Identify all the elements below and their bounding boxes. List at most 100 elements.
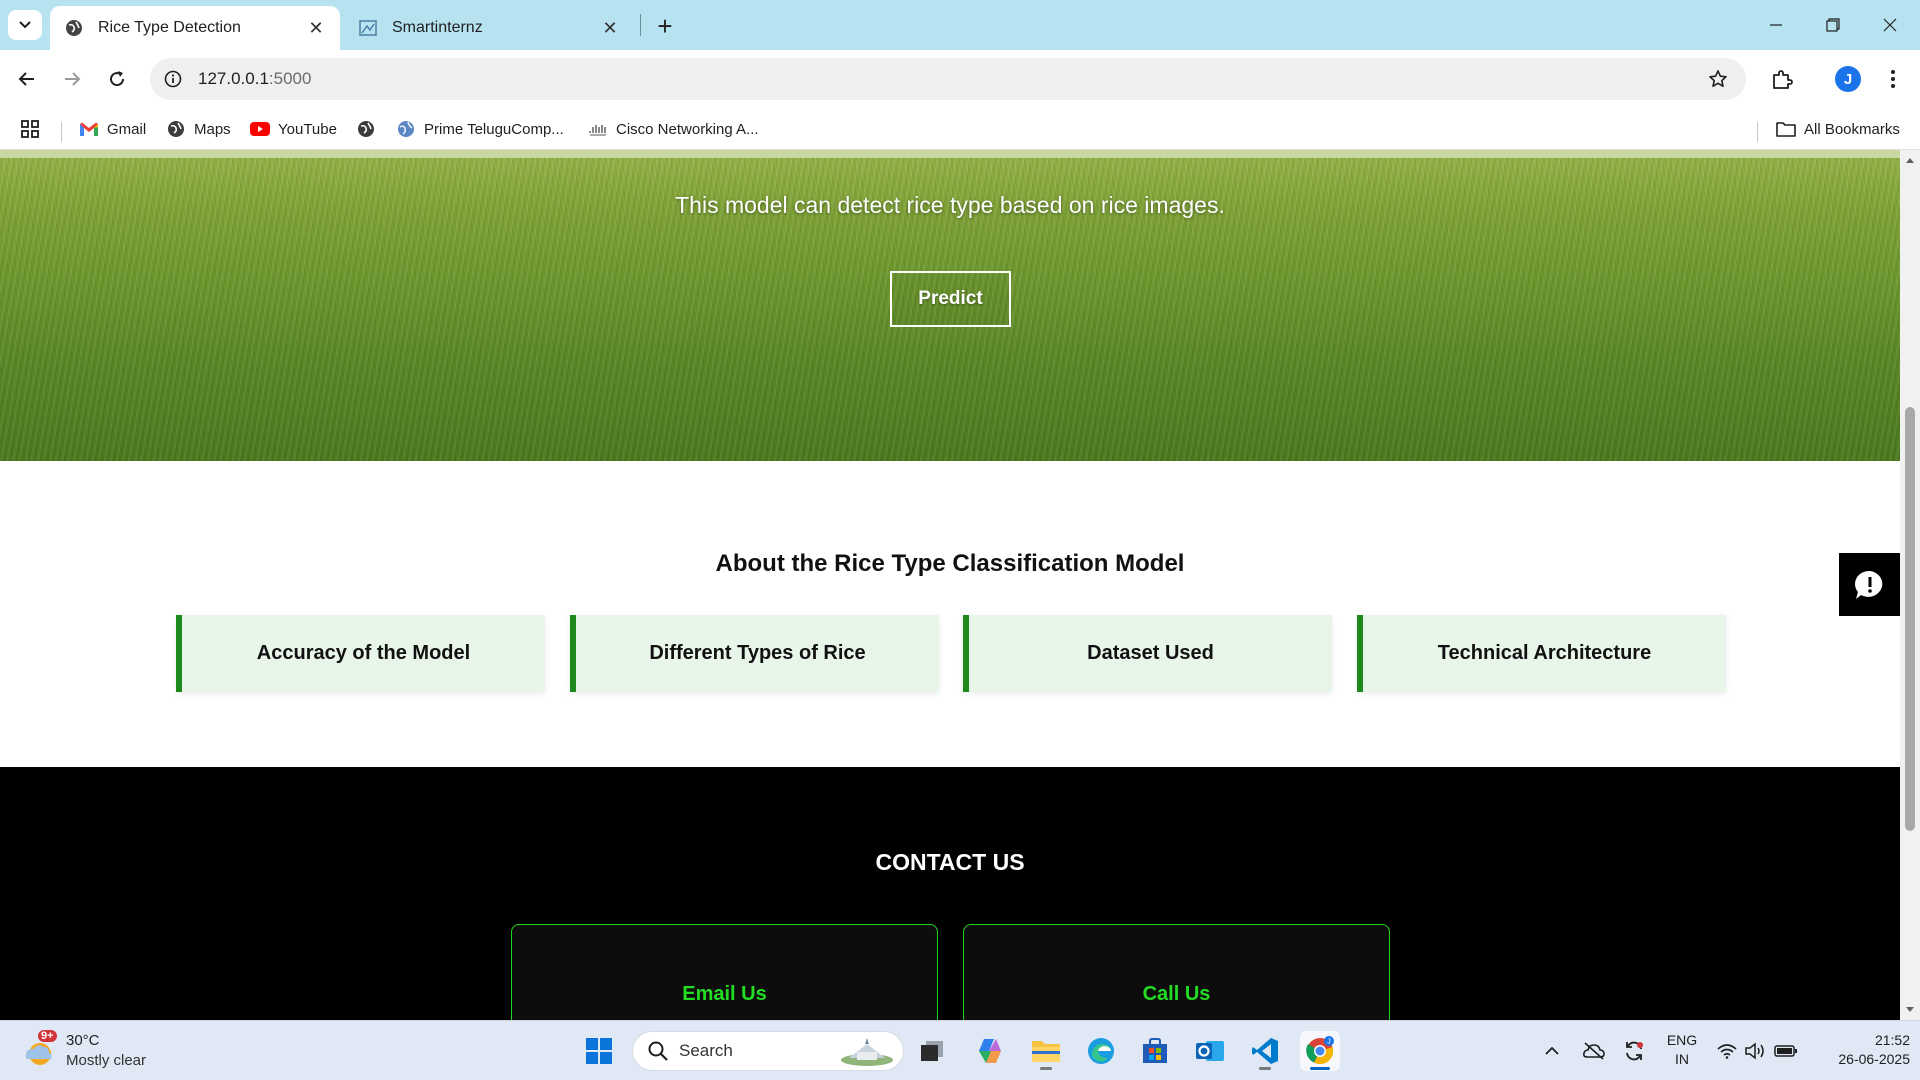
edge-app[interactable] <box>1081 1031 1121 1071</box>
bookmarks-bar: Gmail Maps YouTube Prime TeluguComp... C… <box>0 108 1920 150</box>
smartinternz-icon <box>358 18 378 38</box>
bookmarks-separator <box>1757 122 1758 142</box>
clock[interactable]: 21:52 26-06-2025 <box>1810 1031 1910 1069</box>
scroll-down-icon[interactable] <box>1905 1005 1915 1015</box>
hero-horizon <box>0 150 1900 158</box>
contact-title: CONTACT US <box>875 849 1025 875</box>
reload-button[interactable] <box>100 62 134 96</box>
scroll-up-icon[interactable] <box>1905 155 1915 165</box>
search-icon <box>648 1041 668 1061</box>
bookmark-label: Cisco Networking A... <box>616 120 759 138</box>
start-button[interactable] <box>579 1031 619 1071</box>
weather-temp: 30°C <box>66 1032 100 1049</box>
file-explorer-app[interactable] <box>1026 1031 1066 1071</box>
restore-button[interactable] <box>1813 8 1853 42</box>
sync-tray[interactable] <box>1620 1031 1648 1071</box>
volume-icon <box>1745 1042 1764 1060</box>
tab-separator <box>640 14 641 36</box>
chrome-icon: J <box>1306 1036 1334 1065</box>
tray-overflow-button[interactable] <box>1540 1031 1564 1071</box>
new-tab-button[interactable]: + <box>651 11 679 41</box>
contact-card-email[interactable]: Email Us <box>511 924 938 1020</box>
bookmark-gmail[interactable]: Gmail <box>79 116 146 142</box>
profile-button[interactable]: J <box>1831 62 1865 96</box>
running-indicator <box>1310 1067 1330 1070</box>
about-card-dataset[interactable]: Dataset Used <box>963 615 1332 692</box>
globe-icon <box>64 18 84 38</box>
outlook-app[interactable] <box>1190 1031 1230 1071</box>
contact-section: CONTACT US Email Us Call Us <box>0 767 1900 1020</box>
puzzle-icon <box>1773 70 1793 89</box>
apps-button[interactable] <box>20 116 40 142</box>
predict-button[interactable]: Predict <box>890 271 1011 327</box>
globe-icon <box>356 119 376 139</box>
close-icon[interactable]: ✕ <box>598 16 622 40</box>
globe-icon <box>396 119 416 139</box>
outlook-icon <box>1196 1041 1224 1061</box>
contact-card-title: Email Us <box>682 983 767 1005</box>
close-icon[interactable]: ✕ <box>304 16 328 40</box>
weather-text: 30°C Mostly clear <box>66 1031 146 1071</box>
chevron-down-icon <box>19 21 31 29</box>
chrome-app[interactable]: J <box>1300 1031 1340 1071</box>
about-card-architecture[interactable]: Technical Architecture <box>1357 615 1726 692</box>
store-app[interactable] <box>1135 1031 1175 1071</box>
arrow-left-icon <box>18 72 34 86</box>
url-host: 127.0.0.1 <box>198 69 269 88</box>
task-view-icon <box>921 1041 943 1061</box>
about-card-rice-types[interactable]: Different Types of Rice <box>570 615 939 692</box>
url-text: 127.0.0.1:5000 <box>198 69 311 89</box>
about-title: About the Rice Type Classification Model <box>715 550 1185 577</box>
bookmark-label: YouTube <box>278 120 337 138</box>
weather-widget[interactable]: 9+ 30°C Mostly clear <box>22 1029 146 1073</box>
chevron-up-icon <box>1545 1046 1559 1055</box>
bookmark-maps[interactable]: Maps <box>166 116 231 142</box>
weather-icon: 9+ <box>22 1030 57 1068</box>
wifi-icon <box>1717 1044 1737 1059</box>
search-placeholder: Search <box>679 1041 733 1060</box>
page-scrollbar[interactable] <box>1900 150 1920 1020</box>
battery-tray[interactable] <box>1772 1031 1800 1071</box>
star-icon[interactable] <box>1706 67 1730 91</box>
bookmark-label: Gmail <box>107 120 147 138</box>
bookmark-label: Prime TeluguComp... <box>424 120 564 138</box>
wifi-tray[interactable] <box>1714 1031 1740 1071</box>
scrollbar-thumb[interactable] <box>1905 407 1915 831</box>
store-icon <box>1143 1038 1167 1063</box>
forward-button[interactable] <box>55 62 89 96</box>
minimize-button[interactable] <box>1756 8 1796 42</box>
contact-card-call[interactable]: Call Us <box>963 924 1390 1020</box>
taskbar-search[interactable]: Search <box>632 1031 904 1071</box>
task-view-button[interactable] <box>912 1031 952 1071</box>
bookmark-label: Maps <box>194 120 231 138</box>
about-card-accuracy[interactable]: Accuracy of the Model <box>176 615 545 692</box>
edge-icon <box>1088 1038 1114 1064</box>
volume-tray[interactable] <box>1742 1031 1768 1071</box>
reload-icon <box>110 71 125 87</box>
tab-title: Rice Type Detection <box>98 19 241 36</box>
menu-button[interactable] <box>1876 62 1910 96</box>
close-window-button[interactable] <box>1870 8 1910 42</box>
chat-button[interactable] <box>1839 553 1900 616</box>
weather-condition: Mostly clear <box>66 1052 147 1069</box>
back-button[interactable] <box>10 62 44 96</box>
cloud-off-icon <box>1583 1042 1605 1060</box>
battery-icon <box>1774 1045 1797 1057</box>
extensions-button[interactable] <box>1765 62 1799 96</box>
vscode-app[interactable] <box>1245 1031 1285 1071</box>
bookmark-cisco[interactable]: Cisco Networking A... <box>588 116 759 142</box>
bookmark-globe[interactable] <box>356 116 384 142</box>
language-indicator[interactable]: ENG IN <box>1660 1031 1704 1069</box>
copilot-app[interactable] <box>970 1031 1010 1071</box>
youtube-icon <box>250 119 270 139</box>
all-bookmarks-button[interactable]: All Bookmarks <box>1776 116 1900 142</box>
tab-search-button[interactable] <box>8 10 42 40</box>
site-info-icon[interactable] <box>162 68 184 90</box>
tab-smartinternz[interactable]: Smartinternz ✕ <box>344 6 634 50</box>
address-bar[interactable]: 127.0.0.1:5000 <box>150 58 1746 100</box>
onedrive-tray[interactable] <box>1580 1031 1608 1071</box>
bookmark-prime-telugu[interactable]: Prime TeluguComp... <box>396 116 564 142</box>
clock-date: 26-06-2025 <box>1838 1051 1910 1067</box>
tab-rice-type-detection[interactable]: Rice Type Detection ✕ <box>50 6 340 50</box>
bookmark-youtube[interactable]: YouTube <box>250 116 337 142</box>
